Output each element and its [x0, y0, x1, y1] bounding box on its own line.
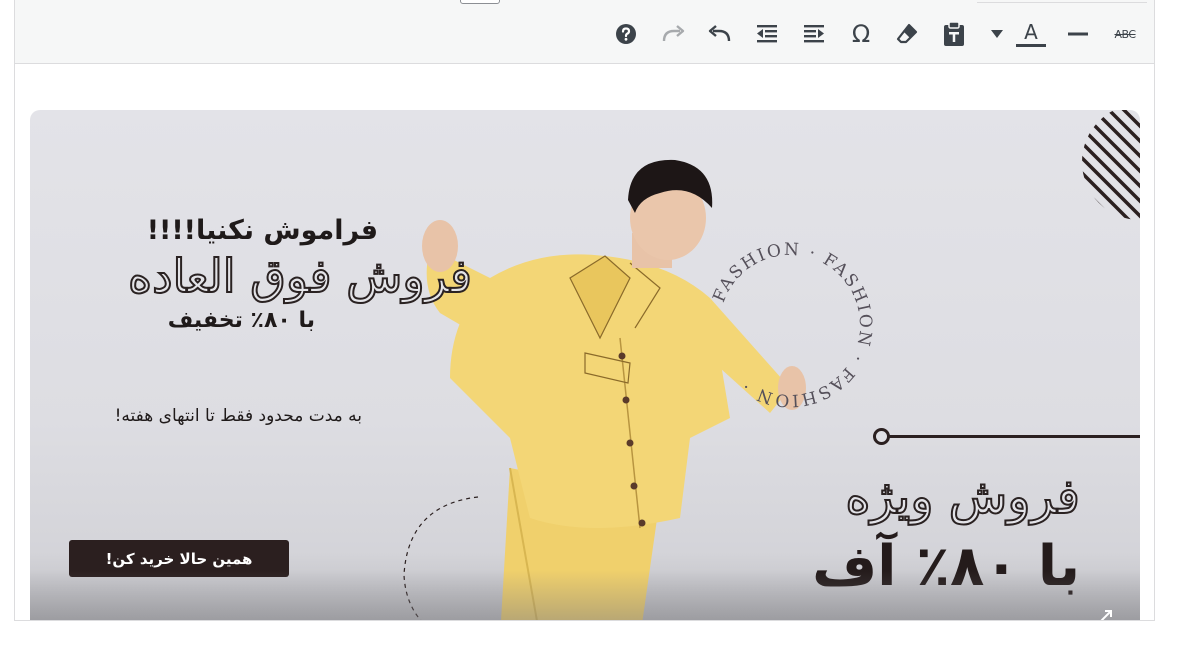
special-sale-title: فروش ویژه: [844, 468, 1081, 526]
fashion-ring-text: FASHION · FASHION · FASHION ·: [709, 240, 875, 411]
undo-icon: [708, 25, 731, 42]
ring-label: FASHION · FASHION · FASHION ·: [709, 240, 875, 411]
eraser-icon: [896, 23, 918, 44]
editor-toolbar: Ω A ABC: [15, 0, 1154, 64]
banner-bottom-shade: [30, 570, 1140, 620]
headline-dont-forget: فراموش نکنیا!!!!: [146, 215, 378, 246]
text-color-icon: A: [1024, 19, 1038, 44]
resize-icon[interactable]: [1098, 608, 1114, 620]
text-color-dropdown[interactable]: [985, 18, 1009, 50]
horizontal-line-icon: [1068, 32, 1088, 36]
headline-discount: با ۸۰٪ تخفیف: [167, 308, 315, 333]
special-character-button[interactable]: Ω: [844, 18, 878, 50]
question-circle-icon: [616, 24, 636, 44]
editor-bottom-border: [14, 620, 1155, 621]
editor-content[interactable]: FASHION · FASHION · FASHION · فراموش نکن…: [15, 64, 1154, 620]
redo-icon: [662, 25, 685, 42]
strikethrough-button[interactable]: ABC: [1108, 18, 1142, 50]
decorative-line: [880, 435, 1140, 438]
paste-as-text-button[interactable]: [937, 18, 971, 50]
banner-image: FASHION · FASHION · FASHION · فراموش نکن…: [30, 110, 1140, 620]
indent-icon: [804, 25, 824, 43]
clear-formatting-button[interactable]: [890, 18, 924, 50]
toolbar-top-divider: [977, 0, 1147, 3]
redo-button[interactable]: [656, 18, 690, 50]
help-button[interactable]: [609, 18, 643, 50]
paste-text-icon: [944, 21, 964, 46]
strikethrough-icon: ABC: [1114, 27, 1136, 41]
caret-down-icon: [991, 30, 1003, 38]
text-color-button[interactable]: A: [1014, 18, 1048, 50]
text-color-swatch: [1016, 43, 1046, 47]
headline-super-sale: فروش فوق العاده: [127, 249, 473, 303]
editor-frame: Ω A ABC FASHION · FASHION · FASHION · فر…: [14, 0, 1155, 620]
indent-button[interactable]: [797, 18, 831, 50]
undo-button[interactable]: [703, 18, 737, 50]
outdent-button[interactable]: [750, 18, 784, 50]
stripes-decoration: [1082, 110, 1140, 220]
decorative-dot: [873, 428, 890, 445]
omega-icon: Ω: [851, 20, 871, 48]
limited-time-text: به مدت محدود فقط تا انتهای هفته!: [114, 406, 362, 426]
toolbar-top-control[interactable]: [460, 0, 500, 4]
outdent-icon: [757, 25, 777, 43]
horizontal-line-button[interactable]: [1061, 18, 1095, 50]
svg-text:FASHION · FASHION · FASHION ·: FASHION · FASHION · FASHION ·: [709, 240, 875, 411]
